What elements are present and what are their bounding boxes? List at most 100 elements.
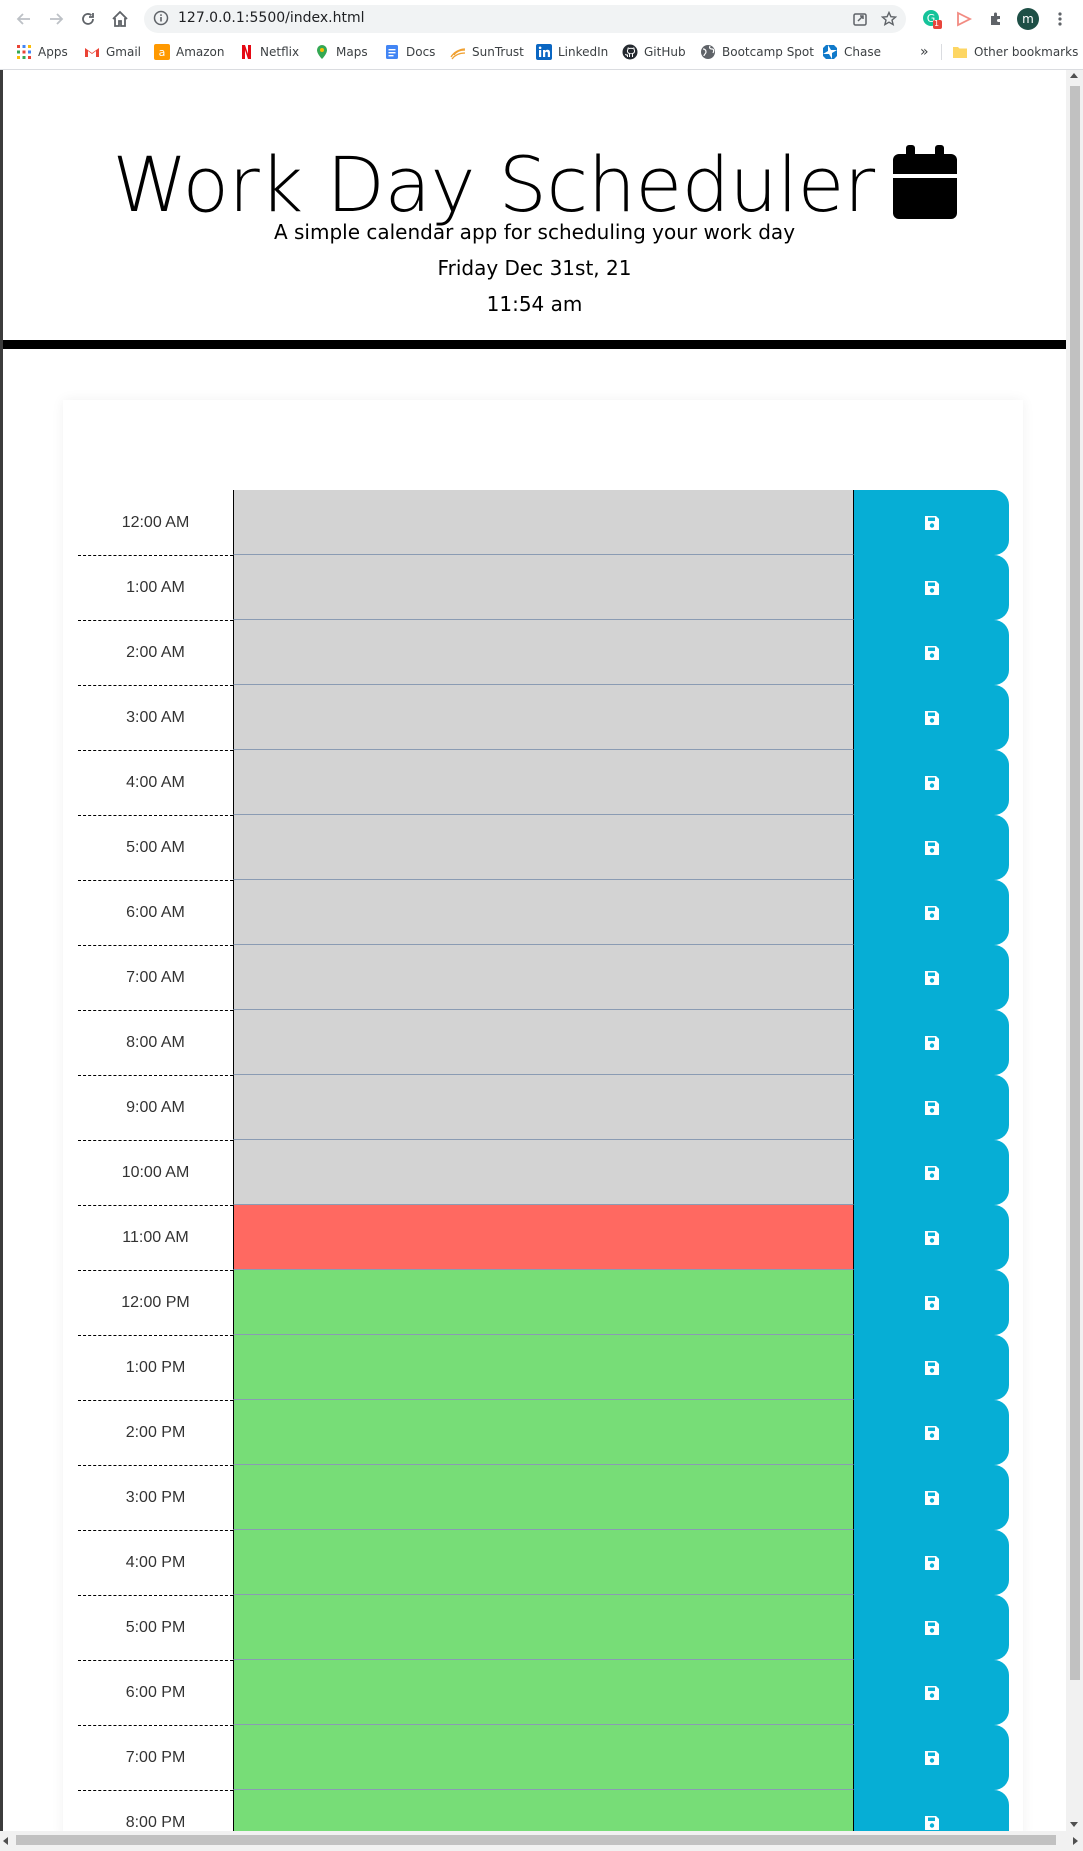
save-button[interactable]: [854, 1725, 1009, 1790]
bookmark-label: SunTrust: [472, 45, 524, 59]
save-button[interactable]: [854, 620, 1009, 685]
bookmark-github[interactable]: GitHub: [622, 42, 686, 62]
vertical-scroll-thumb[interactable]: [1070, 86, 1080, 1680]
event-description-textarea[interactable]: [233, 815, 854, 880]
event-description-textarea[interactable]: [233, 1790, 854, 1831]
save-button[interactable]: [854, 490, 1009, 555]
extensions-puzzle-icon[interactable]: [984, 7, 1008, 31]
event-description-textarea[interactable]: [233, 555, 854, 620]
save-button[interactable]: [854, 685, 1009, 750]
event-description-textarea[interactable]: [233, 1595, 854, 1660]
save-button[interactable]: [854, 815, 1009, 880]
bookmark-docs[interactable]: Docs: [384, 42, 435, 62]
save-button[interactable]: [854, 1465, 1009, 1530]
event-description-textarea[interactable]: [233, 1725, 854, 1790]
url-text[interactable]: 127.0.0.1:5500/index.html: [178, 10, 365, 26]
site-info-icon[interactable]: [153, 10, 169, 30]
hour-label: 1:00 PM: [78, 1335, 233, 1400]
save-floppy-icon: [923, 904, 941, 922]
event-description-textarea[interactable]: [233, 685, 854, 750]
hour-label: 3:00 PM: [78, 1465, 233, 1530]
save-floppy-icon: [923, 1554, 941, 1572]
bookmark-label: Netflix: [260, 45, 300, 59]
event-description-textarea[interactable]: [233, 1660, 854, 1725]
event-description-textarea[interactable]: [233, 1270, 854, 1335]
save-button[interactable]: [854, 880, 1009, 945]
vertical-scrollbar[interactable]: [1066, 70, 1083, 1831]
save-floppy-icon: [923, 1099, 941, 1117]
horizontal-scroll-thumb[interactable]: [16, 1835, 1056, 1845]
save-button[interactable]: [854, 1140, 1009, 1205]
bookmark-other-bookmarks[interactable]: Other bookmarks: [952, 42, 1078, 62]
save-floppy-icon: [923, 1229, 941, 1247]
calendar-icon: [892, 145, 957, 223]
hour-label: 5:00 PM: [78, 1595, 233, 1660]
bookmark-linkedin[interactable]: LinkedIn: [536, 42, 608, 62]
save-button[interactable]: [854, 1595, 1009, 1660]
event-description-textarea[interactable]: [233, 1075, 854, 1140]
save-floppy-icon: [923, 1359, 941, 1377]
event-description-textarea[interactable]: [233, 1205, 854, 1270]
save-button[interactable]: [854, 1010, 1009, 1075]
docs-icon: [384, 44, 400, 60]
schedule-container: 12:00 AM 1:00 AM 2:00 AM 3:00 AM 4:00 AM 5:00…: [63, 400, 1023, 1831]
save-button[interactable]: [854, 1660, 1009, 1725]
event-description-textarea[interactable]: [233, 1465, 854, 1530]
save-button[interactable]: [854, 945, 1009, 1010]
event-description-textarea[interactable]: [233, 750, 854, 815]
scroll-down-arrow-icon[interactable]: [1070, 1822, 1078, 1827]
video-extension-icon[interactable]: [952, 7, 976, 31]
event-description-textarea[interactable]: [233, 620, 854, 685]
profile-avatar[interactable]: m: [1017, 8, 1039, 30]
chase-icon: [822, 44, 838, 60]
share-icon[interactable]: [852, 11, 868, 31]
event-description-textarea[interactable]: [233, 1140, 854, 1205]
save-button[interactable]: [854, 750, 1009, 815]
bookmark-bootcamp-spot[interactable]: Bootcamp Spot: [700, 42, 814, 62]
apps-grid-icon: [16, 44, 32, 60]
bookmark-star-icon[interactable]: [880, 10, 898, 31]
event-description-textarea[interactable]: [233, 1010, 854, 1075]
scroll-right-arrow-icon[interactable]: [1073, 1837, 1078, 1845]
event-description-textarea[interactable]: [233, 490, 854, 555]
save-button[interactable]: [854, 555, 1009, 620]
time-block-row: 3:00 PM: [63, 1465, 1009, 1530]
scroll-left-arrow-icon[interactable]: [3, 1837, 8, 1845]
address-bar[interactable]: 127.0.0.1:5500/index.html: [144, 5, 906, 33]
event-description-textarea[interactable]: [233, 1530, 854, 1595]
save-button[interactable]: [854, 1270, 1009, 1335]
scroll-up-arrow-icon[interactable]: [1070, 73, 1078, 78]
current-time: 11:54 am: [486, 292, 583, 316]
save-button[interactable]: [854, 1205, 1009, 1270]
save-button[interactable]: [854, 1400, 1009, 1465]
bookmark-maps[interactable]: Maps: [314, 42, 368, 62]
save-button[interactable]: [854, 1075, 1009, 1140]
save-button[interactable]: [854, 1530, 1009, 1595]
event-description-textarea[interactable]: [233, 945, 854, 1010]
home-icon[interactable]: [108, 7, 132, 31]
bookmark-netflix[interactable]: Netflix: [238, 42, 299, 62]
bookmark-apps[interactable]: Apps: [16, 42, 68, 62]
save-button[interactable]: [854, 1335, 1009, 1400]
hour-label: 6:00 AM: [78, 880, 233, 945]
bookmark-suntrust[interactable]: SunTrust: [450, 42, 524, 62]
back-arrow-icon[interactable]: [12, 7, 36, 31]
horizontal-scrollbar[interactable]: [0, 1831, 1083, 1851]
bookmark-gmail[interactable]: Gmail: [84, 42, 141, 62]
bookmark-chase[interactable]: Chase: [822, 42, 881, 62]
forward-arrow-icon[interactable]: [44, 7, 68, 31]
save-floppy-icon: [923, 1684, 941, 1702]
jumbotron-header: Work Day Scheduler A simple calendar app…: [3, 70, 1066, 349]
kebab-menu-icon[interactable]: [1048, 7, 1072, 31]
event-description-textarea[interactable]: [233, 1335, 854, 1400]
grammarly-extension-icon[interactable]: G 1: [920, 7, 944, 31]
save-floppy-icon: [923, 709, 941, 727]
more-bookmarks-button[interactable]: »: [920, 42, 929, 62]
hour-label: 2:00 PM: [78, 1400, 233, 1465]
reload-icon[interactable]: [76, 7, 100, 31]
save-button[interactable]: [854, 1790, 1009, 1831]
event-description-textarea[interactable]: [233, 880, 854, 945]
folder-icon: [952, 44, 968, 60]
bookmark-amazon[interactable]: a Amazon: [154, 42, 225, 62]
event-description-textarea[interactable]: [233, 1400, 854, 1465]
